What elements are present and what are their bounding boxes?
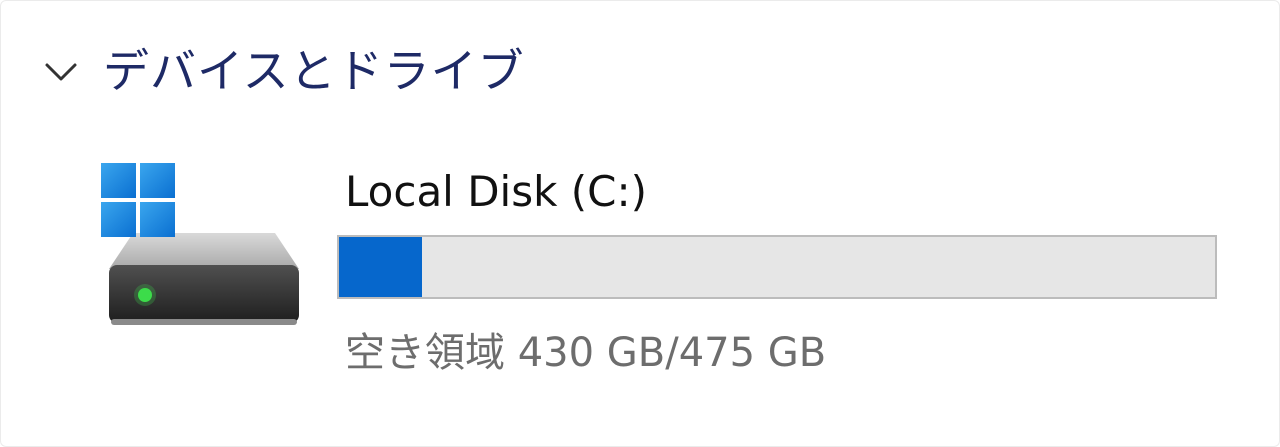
drive-usage-fill <box>339 237 422 297</box>
drive-tile-c[interactable]: Local Disk (C:) 空き領域 430 GB/475 GB <box>91 151 1241 401</box>
windows-drive-icon <box>99 161 309 341</box>
drive-usage-bar <box>337 235 1217 299</box>
section-title: デバイスとドライブ <box>103 44 525 98</box>
chevron-down-icon[interactable] <box>37 47 85 95</box>
drive-name: Local Disk (C:) <box>345 167 648 216</box>
drive-free-space: 空き領域 430 GB/475 GB <box>345 330 827 376</box>
devices-and-drives-panel: デバイスとドライブ Local Disk (C:) 空き領域 430 GB/47… <box>0 0 1280 447</box>
section-header-devices-drives[interactable]: デバイスとドライブ <box>37 31 525 111</box>
